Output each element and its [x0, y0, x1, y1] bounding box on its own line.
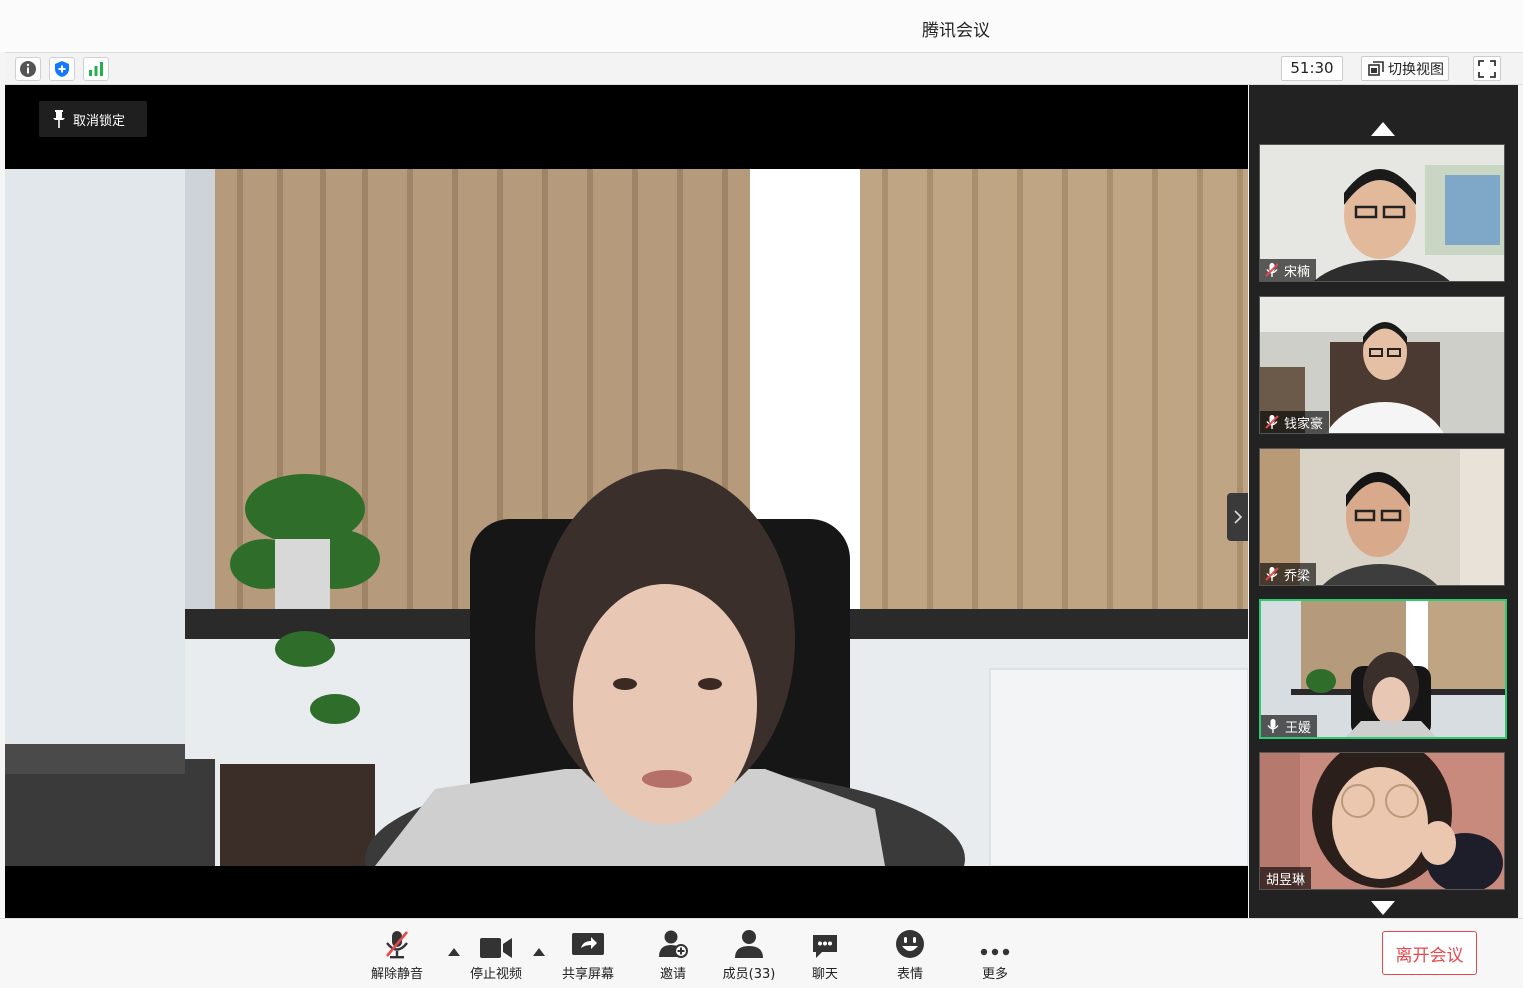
members-icon: [734, 927, 764, 959]
meeting-toolbar: 解除静音 停止视频 共享屏幕 邀请 成员(33) 聊天 表情 更多 离开会议: [0, 918, 1523, 988]
signal-icon[interactable]: [83, 57, 109, 81]
more-label: 更多: [981, 967, 1008, 982]
shield-icon[interactable]: [49, 57, 75, 81]
participant-tile[interactable]: 胡昱琳: [1259, 752, 1505, 890]
chat-label: 聊天: [811, 967, 838, 982]
chevron-right-icon: [1233, 510, 1242, 524]
info-bar: 51:30 切换视图: [5, 53, 1523, 85]
meeting-timer: 51:30: [1281, 56, 1343, 81]
participant-tile[interactable]: 钱家豪: [1259, 296, 1505, 434]
speaker-video: [5, 169, 1248, 866]
stop-video-label: 停止视频: [469, 967, 522, 982]
participant-name-tag: 钱家豪: [1260, 411, 1330, 433]
members-label: 成员(33): [722, 967, 776, 982]
participant-name: 钱家豪: [1284, 416, 1324, 432]
switch-view-icon: [1368, 60, 1384, 77]
unpin-button[interactable]: 取消锁定: [39, 101, 147, 137]
participant-name-tag: 王媛: [1261, 715, 1318, 737]
participant-name: 宋楠: [1284, 264, 1311, 280]
switch-view-button[interactable]: 切换视图: [1361, 56, 1449, 81]
add-user-icon: [658, 927, 688, 959]
mic-muted-icon: [1265, 263, 1279, 277]
participant-name: 胡昱琳: [1266, 872, 1306, 888]
video-camera-icon: [480, 927, 512, 959]
participant-tile-active[interactable]: 王媛: [1259, 599, 1507, 739]
participant-name-tag: 胡昱琳: [1260, 867, 1312, 889]
invite-button[interactable]: 邀请: [638, 927, 708, 983]
collapse-sidebar-button[interactable]: [1227, 493, 1248, 541]
participant-tile[interactable]: 宋楠: [1259, 144, 1505, 282]
window-right-edge: [1518, 85, 1523, 918]
mic-muted-icon: [1265, 567, 1279, 581]
invite-label: 邀请: [659, 967, 686, 982]
emoji-label: 表情: [896, 967, 923, 982]
chat-button[interactable]: 聊天: [790, 927, 860, 983]
more-button[interactable]: 更多: [960, 927, 1030, 983]
share-screen-label: 共享屏幕: [561, 967, 614, 982]
switch-view-label: 切换视图: [1388, 61, 1444, 78]
chat-icon: [811, 927, 839, 959]
unmute-label: 解除静音: [370, 967, 423, 982]
members-button[interactable]: 成员(33): [714, 927, 784, 983]
participant-tile[interactable]: 乔梁: [1259, 448, 1505, 586]
participant-name-tag: 乔梁: [1260, 563, 1317, 585]
info-icon[interactable]: [15, 57, 41, 81]
main-video-stage[interactable]: 取消锁定: [5, 85, 1248, 918]
fullscreen-icon[interactable]: [1473, 56, 1501, 81]
audio-options-caret-icon[interactable]: [448, 941, 460, 960]
video-options-caret-icon[interactable]: [533, 941, 545, 960]
pin-icon: [53, 110, 65, 128]
participant-name: 王媛: [1285, 720, 1312, 736]
participant-name-tag: 宋楠: [1260, 259, 1317, 281]
leave-meeting-button[interactable]: 离开会议: [1382, 931, 1477, 975]
unpin-label: 取消锁定: [73, 113, 126, 129]
share-screen-button[interactable]: 共享屏幕: [553, 927, 623, 983]
mic-muted-icon: [1265, 415, 1279, 429]
emoji-icon: [895, 927, 925, 959]
participant-sidebar: 宋楠 钱家豪 乔梁 王媛 胡昱琳: [1249, 85, 1518, 918]
stop-video-button[interactable]: 停止视频: [461, 927, 531, 983]
participant-name: 乔梁: [1284, 568, 1311, 584]
window-title: 腾讯会议: [922, 21, 990, 41]
emoji-button[interactable]: 表情: [875, 927, 945, 983]
share-screen-icon: [572, 927, 604, 959]
more-icon: [980, 927, 1010, 959]
mic-icon: [1267, 719, 1279, 733]
scroll-up-icon[interactable]: [1371, 121, 1395, 140]
scroll-down-icon[interactable]: [1371, 900, 1395, 919]
title-bar: 腾讯会议: [0, 0, 1523, 53]
unmute-button[interactable]: 解除静音: [362, 927, 432, 983]
mic-muted-icon: [383, 927, 411, 959]
